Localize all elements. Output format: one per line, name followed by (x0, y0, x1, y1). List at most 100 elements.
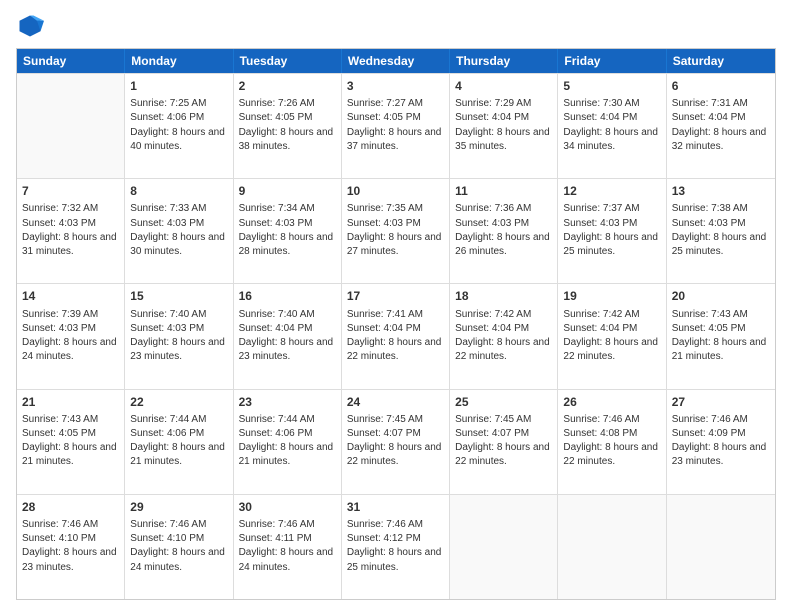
calendar-cell: 3 Sunrise: 7:27 AM Sunset: 4:05 PM Daylig… (342, 74, 450, 178)
day-number: 17 (347, 288, 444, 304)
cell-info: Sunrise: 7:46 AM Sunset: 4:08 PM Dayligh… (563, 414, 658, 468)
day-number: 15 (130, 288, 227, 304)
calendar-cell: 17 Sunrise: 7:41 AM Sunset: 4:04 PM Dayli… (342, 284, 450, 388)
day-number: 24 (347, 394, 444, 410)
day-number: 10 (347, 183, 444, 199)
calendar-cell: 21 Sunrise: 7:43 AM Sunset: 4:05 PM Dayli… (17, 390, 125, 494)
calendar-cell: 1 Sunrise: 7:25 AM Sunset: 4:06 PM Daylig… (125, 74, 233, 178)
cell-info: Sunrise: 7:46 AM Sunset: 4:10 PM Dayligh… (130, 519, 225, 573)
calendar-cell: 6 Sunrise: 7:31 AM Sunset: 4:04 PM Daylig… (667, 74, 775, 178)
calendar-body: 1 Sunrise: 7:25 AM Sunset: 4:06 PM Daylig… (17, 73, 775, 599)
cell-info: Sunrise: 7:42 AM Sunset: 4:04 PM Dayligh… (455, 309, 550, 363)
day-number: 20 (672, 288, 770, 304)
cell-info: Sunrise: 7:35 AM Sunset: 4:03 PM Dayligh… (347, 203, 442, 257)
day-number: 7 (22, 183, 119, 199)
cell-info: Sunrise: 7:30 AM Sunset: 4:04 PM Dayligh… (563, 98, 658, 152)
weekday-header-thursday: Thursday (450, 49, 558, 73)
day-number: 13 (672, 183, 770, 199)
calendar-header: SundayMondayTuesdayWednesdayThursdayFrid… (17, 49, 775, 73)
cell-info: Sunrise: 7:27 AM Sunset: 4:05 PM Dayligh… (347, 98, 442, 152)
calendar-cell: 13 Sunrise: 7:38 AM Sunset: 4:03 PM Dayli… (667, 179, 775, 283)
day-number: 4 (455, 78, 552, 94)
calendar-cell: 18 Sunrise: 7:42 AM Sunset: 4:04 PM Dayli… (450, 284, 558, 388)
day-number: 30 (239, 499, 336, 515)
cell-info: Sunrise: 7:34 AM Sunset: 4:03 PM Dayligh… (239, 203, 334, 257)
calendar-cell (450, 495, 558, 599)
day-number: 2 (239, 78, 336, 94)
cell-info: Sunrise: 7:46 AM Sunset: 4:10 PM Dayligh… (22, 519, 117, 573)
calendar-cell: 26 Sunrise: 7:46 AM Sunset: 4:08 PM Dayli… (558, 390, 666, 494)
day-number: 25 (455, 394, 552, 410)
calendar-cell: 29 Sunrise: 7:46 AM Sunset: 4:10 PM Dayli… (125, 495, 233, 599)
calendar-row-2: 7 Sunrise: 7:32 AM Sunset: 4:03 PM Daylig… (17, 178, 775, 283)
cell-info: Sunrise: 7:45 AM Sunset: 4:07 PM Dayligh… (347, 414, 442, 468)
cell-info: Sunrise: 7:40 AM Sunset: 4:04 PM Dayligh… (239, 309, 334, 363)
calendar-cell: 11Sunrise: 7:36 AM Sunset: 4:03 PM Dayli… (450, 179, 558, 283)
logo-icon (16, 12, 44, 40)
day-number: 11 (455, 183, 552, 199)
day-number: 21 (22, 394, 119, 410)
calendar-cell: 31Sunrise: 7:46 AM Sunset: 4:12 PM Dayli… (342, 495, 450, 599)
day-number: 27 (672, 394, 770, 410)
calendar-cell: 2 Sunrise: 7:26 AM Sunset: 4:05 PM Daylig… (234, 74, 342, 178)
calendar-row-3: 14Sunrise: 7:39 AM Sunset: 4:03 PM Dayli… (17, 283, 775, 388)
calendar-row-1: 1 Sunrise: 7:25 AM Sunset: 4:06 PM Daylig… (17, 73, 775, 178)
logo (16, 12, 48, 40)
calendar-cell: 12 Sunrise: 7:37 AM Sunset: 4:03 PM Dayli… (558, 179, 666, 283)
cell-info: Sunrise: 7:43 AM Sunset: 4:05 PM Dayligh… (22, 414, 117, 468)
weekday-header-wednesday: Wednesday (342, 49, 450, 73)
calendar-cell: 28 Sunrise: 7:46 AM Sunset: 4:10 PM Dayli… (17, 495, 125, 599)
calendar-cell: 16 Sunrise: 7:40 AM Sunset: 4:04 PM Dayli… (234, 284, 342, 388)
cell-info: Sunrise: 7:44 AM Sunset: 4:06 PM Dayligh… (239, 414, 334, 468)
page: SundayMondayTuesdayWednesdayThursdayFrid… (0, 0, 792, 612)
cell-info: Sunrise: 7:38 AM Sunset: 4:03 PM Dayligh… (672, 203, 767, 257)
calendar-cell: 24 Sunrise: 7:45 AM Sunset: 4:07 PM Dayli… (342, 390, 450, 494)
header (16, 12, 776, 40)
calendar-cell: 19Sunrise: 7:42 AM Sunset: 4:04 PM Dayli… (558, 284, 666, 388)
cell-info: Sunrise: 7:29 AM Sunset: 4:04 PM Dayligh… (455, 98, 550, 152)
day-number: 3 (347, 78, 444, 94)
calendar-cell: 5 Sunrise: 7:30 AM Sunset: 4:04 PM Daylig… (558, 74, 666, 178)
weekday-header-saturday: Saturday (667, 49, 775, 73)
weekday-header-tuesday: Tuesday (234, 49, 342, 73)
cell-info: Sunrise: 7:32 AM Sunset: 4:03 PM Dayligh… (22, 203, 117, 257)
cell-info: Sunrise: 7:31 AM Sunset: 4:04 PM Dayligh… (672, 98, 767, 152)
calendar-cell: 23 Sunrise: 7:44 AM Sunset: 4:06 PM Dayli… (234, 390, 342, 494)
day-number: 5 (563, 78, 660, 94)
calendar: SundayMondayTuesdayWednesdayThursdayFrid… (16, 48, 776, 600)
calendar-cell (558, 495, 666, 599)
cell-info: Sunrise: 7:46 AM Sunset: 4:11 PM Dayligh… (239, 519, 334, 573)
weekday-header-monday: Monday (125, 49, 233, 73)
cell-info: Sunrise: 7:46 AM Sunset: 4:09 PM Dayligh… (672, 414, 767, 468)
day-number: 16 (239, 288, 336, 304)
calendar-cell: 15Sunrise: 7:40 AM Sunset: 4:03 PM Dayli… (125, 284, 233, 388)
cell-info: Sunrise: 7:44 AM Sunset: 4:06 PM Dayligh… (130, 414, 225, 468)
cell-info: Sunrise: 7:26 AM Sunset: 4:05 PM Dayligh… (239, 98, 334, 152)
calendar-cell: 25Sunrise: 7:45 AM Sunset: 4:07 PM Dayli… (450, 390, 558, 494)
cell-info: Sunrise: 7:41 AM Sunset: 4:04 PM Dayligh… (347, 309, 442, 363)
weekday-header-sunday: Sunday (17, 49, 125, 73)
calendar-cell: 30 Sunrise: 7:46 AM Sunset: 4:11 PM Dayli… (234, 495, 342, 599)
day-number: 23 (239, 394, 336, 410)
day-number: 8 (130, 183, 227, 199)
day-number: 6 (672, 78, 770, 94)
cell-info: Sunrise: 7:37 AM Sunset: 4:03 PM Dayligh… (563, 203, 658, 257)
day-number: 26 (563, 394, 660, 410)
weekday-header-friday: Friday (558, 49, 666, 73)
calendar-row-5: 28 Sunrise: 7:46 AM Sunset: 4:10 PM Dayli… (17, 494, 775, 599)
cell-info: Sunrise: 7:46 AM Sunset: 4:12 PM Dayligh… (347, 519, 442, 573)
cell-info: Sunrise: 7:43 AM Sunset: 4:05 PM Dayligh… (672, 309, 767, 363)
day-number: 18 (455, 288, 552, 304)
day-number: 28 (22, 499, 119, 515)
cell-info: Sunrise: 7:39 AM Sunset: 4:03 PM Dayligh… (22, 309, 117, 363)
day-number: 1 (130, 78, 227, 94)
day-number: 12 (563, 183, 660, 199)
cell-info: Sunrise: 7:25 AM Sunset: 4:06 PM Dayligh… (130, 98, 225, 152)
calendar-cell: 27 Sunrise: 7:46 AM Sunset: 4:09 PM Dayli… (667, 390, 775, 494)
calendar-cell: 22Sunrise: 7:44 AM Sunset: 4:06 PM Dayli… (125, 390, 233, 494)
calendar-cell (667, 495, 775, 599)
day-number: 19 (563, 288, 660, 304)
day-number: 9 (239, 183, 336, 199)
day-number: 29 (130, 499, 227, 515)
calendar-cell: 20 Sunrise: 7:43 AM Sunset: 4:05 PM Dayli… (667, 284, 775, 388)
